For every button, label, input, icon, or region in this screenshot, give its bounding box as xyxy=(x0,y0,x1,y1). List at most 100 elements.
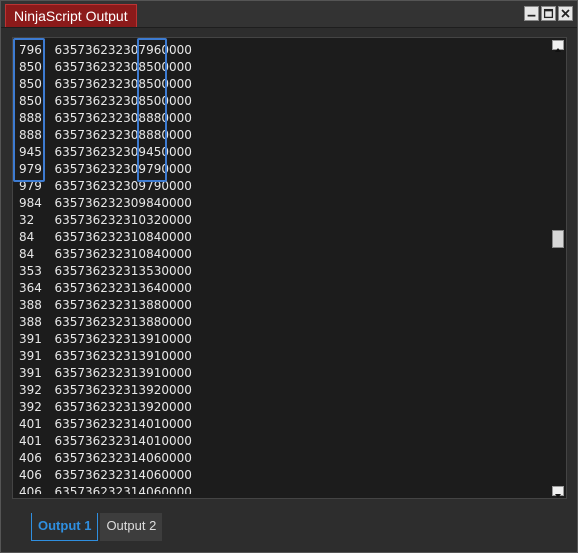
line-separator xyxy=(43,229,54,246)
line-separator xyxy=(43,467,54,484)
line-timestamp: 635736232313640000 xyxy=(54,281,192,295)
line-separator xyxy=(43,484,54,494)
minimize-button[interactable] xyxy=(524,6,539,21)
output-line: 401 635736232314010000 xyxy=(19,416,549,433)
output-line: 888 635736232308880000 xyxy=(19,127,549,144)
scroll-down-button[interactable] xyxy=(552,486,564,498)
output-line: 406 635736232314060000 xyxy=(19,467,549,484)
line-timestamp: 635736232313920000 xyxy=(54,383,192,397)
output-tabs: Output 1 Output 2 xyxy=(31,513,163,541)
output-line: 850 635736232308500000 xyxy=(19,59,549,76)
output-line: 979 635736232309790000 xyxy=(19,161,549,178)
output-line: 401 635736232314010000 xyxy=(19,433,549,450)
highlight-box-right xyxy=(137,38,167,182)
output-line: 406 635736232314060000 xyxy=(19,450,549,467)
output-lines: 796 635736232307960000 850 63573623230850… xyxy=(19,42,549,494)
output-line: 796 635736232307960000 xyxy=(19,42,549,59)
line-timestamp: 635736232307960000 xyxy=(54,43,192,57)
line-timestamp: 635736232308880000 xyxy=(54,128,192,142)
line-separator xyxy=(43,263,54,280)
line-timestamp: 635736232308500000 xyxy=(54,77,192,91)
line-timestamp: 635736232310840000 xyxy=(54,230,192,244)
vertical-scrollbar[interactable] xyxy=(552,40,564,498)
line-number: 391 xyxy=(19,332,42,346)
output-line: 388 635736232313880000 xyxy=(19,297,549,314)
scroll-thumb[interactable] xyxy=(552,230,564,248)
line-timestamp: 635736232308500000 xyxy=(54,94,192,108)
line-timestamp: 635736232309450000 xyxy=(54,145,192,159)
output-line: 32 635736232310320000 xyxy=(19,212,549,229)
close-button[interactable] xyxy=(558,6,573,21)
line-separator xyxy=(43,365,54,382)
output-line: 84 635736232310840000 xyxy=(19,229,549,246)
window-title: NinjaScript Output xyxy=(5,4,137,27)
line-number: 353 xyxy=(19,264,42,278)
output-line: 84 635736232310840000 xyxy=(19,246,549,263)
line-number: 401 xyxy=(19,417,42,431)
output-line: 406 635736232314060000 xyxy=(19,484,549,494)
scroll-up-icon xyxy=(555,48,561,52)
line-separator xyxy=(43,280,54,297)
output-line: 392 635736232313920000 xyxy=(19,399,549,416)
minimize-icon xyxy=(527,14,536,17)
line-separator xyxy=(43,382,54,399)
line-number: 388 xyxy=(19,298,42,312)
line-number: 391 xyxy=(19,366,42,380)
tab-output-2[interactable]: Output 2 xyxy=(100,513,163,541)
maximize-button[interactable] xyxy=(541,6,556,21)
line-timestamp: 635736232313880000 xyxy=(54,298,192,312)
output-line: 888 635736232308880000 xyxy=(19,110,549,127)
line-separator xyxy=(43,331,54,348)
line-separator xyxy=(43,416,54,433)
line-timestamp: 635736232314060000 xyxy=(54,485,192,494)
maximize-icon xyxy=(543,8,554,19)
tab-output-1[interactable]: Output 1 xyxy=(31,513,99,541)
line-separator xyxy=(43,246,54,263)
line-timestamp: 635736232314010000 xyxy=(54,417,192,431)
output-line: 392 635736232313920000 xyxy=(19,382,549,399)
output-line: 391 635736232313910000 xyxy=(19,365,549,382)
line-number: 401 xyxy=(19,434,42,448)
output-line: 945 635736232309450000 xyxy=(19,144,549,161)
line-number: 32 xyxy=(19,213,35,227)
line-number: 84 xyxy=(19,230,35,244)
output-line: 353 635736232313530000 xyxy=(19,263,549,280)
line-timestamp: 635736232314010000 xyxy=(54,434,192,448)
title-bar[interactable]: NinjaScript Output xyxy=(1,1,577,28)
line-timestamp: 635736232313910000 xyxy=(54,366,192,380)
line-timestamp: 635736232313910000 xyxy=(54,332,192,346)
line-number: 388 xyxy=(19,315,42,329)
line-separator xyxy=(43,195,54,212)
line-number: 406 xyxy=(19,451,42,465)
close-icon xyxy=(561,9,570,18)
line-timestamp: 635736232310320000 xyxy=(54,213,192,227)
output-line: 388 635736232313880000 xyxy=(19,314,549,331)
output-line: 364 635736232313640000 xyxy=(19,280,549,297)
line-number: 391 xyxy=(19,349,42,363)
scroll-down-icon xyxy=(555,494,561,498)
line-separator xyxy=(43,297,54,314)
output-line: 979 635736232309790000 xyxy=(19,178,549,195)
output-line: 391 635736232313910000 xyxy=(19,348,549,365)
line-number: 406 xyxy=(19,485,42,494)
line-number: 84 xyxy=(19,247,35,261)
line-timestamp: 635736232309790000 xyxy=(54,179,192,193)
ninjascript-output-window: NinjaScript Output 796 63573623230796000… xyxy=(0,0,578,553)
output-line: 984 635736232309840000 xyxy=(19,195,549,212)
line-separator xyxy=(43,348,54,365)
line-timestamp: 635736232314060000 xyxy=(54,468,192,482)
line-number: 392 xyxy=(19,400,42,414)
line-timestamp: 635736232308500000 xyxy=(54,60,192,74)
line-timestamp: 635736232313920000 xyxy=(54,400,192,414)
line-separator xyxy=(43,212,54,229)
line-separator xyxy=(43,399,54,416)
line-separator xyxy=(43,314,54,331)
line-timestamp: 635736232309840000 xyxy=(54,196,192,210)
output-line: 391 635736232313910000 xyxy=(19,331,549,348)
line-timestamp: 635736232313530000 xyxy=(54,264,192,278)
scroll-up-button[interactable] xyxy=(552,40,564,52)
line-number: 406 xyxy=(19,468,42,482)
output-text-area[interactable]: 796 635736232307960000 850 63573623230850… xyxy=(12,37,567,499)
line-timestamp: 635736232313880000 xyxy=(54,315,192,329)
line-number: 984 xyxy=(19,196,42,210)
